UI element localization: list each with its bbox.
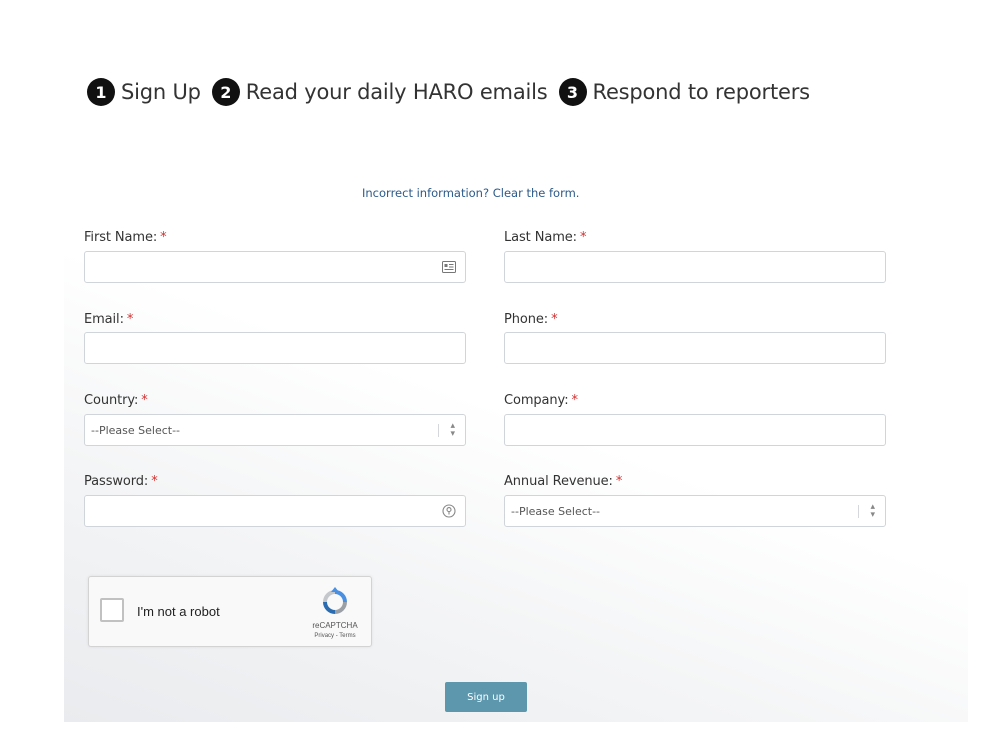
first-name-label: First Name: * — [84, 230, 167, 245]
updown-arrows-icon: ▴ ▾ — [870, 502, 875, 520]
step-1: 1 Sign Up — [87, 78, 201, 106]
step-1-badge: 1 — [87, 78, 115, 106]
required-marker: * — [126, 312, 134, 327]
company-input[interactable] — [505, 415, 885, 445]
recaptcha-label: I'm not a robot — [137, 604, 220, 619]
required-marker: * — [551, 312, 558, 327]
recaptcha-privacy-terms-link[interactable]: Privacy - Terms — [301, 633, 369, 639]
sign-up-button[interactable]: Sign up — [445, 682, 527, 712]
company-label: Company: * — [504, 393, 578, 408]
key-icon[interactable] — [442, 504, 456, 518]
steps-header: 1 Sign Up 2 Read your daily HARO emails … — [87, 76, 821, 108]
page-bottom — [0, 722, 987, 742]
required-marker: * — [151, 474, 158, 489]
last-name-label-text: Last Name: — [504, 230, 577, 245]
country-label-text: Country: — [84, 393, 139, 408]
password-field[interactable] — [84, 495, 466, 527]
phone-label-text: Phone: — [504, 312, 549, 327]
required-marker: * — [160, 230, 167, 245]
annual-revenue-selected-value: --Please Select-- — [511, 505, 601, 518]
first-name-field[interactable] — [84, 251, 466, 283]
step-2-badge: 2 — [211, 78, 240, 106]
step-2-label: Read your daily HARO emails — [245, 80, 548, 104]
phone-label: Phone: * — [504, 312, 558, 327]
last-name-field[interactable] — [504, 251, 886, 283]
phone-field[interactable] — [504, 332, 886, 364]
first-name-label-text: First Name: — [84, 230, 158, 245]
step-3-label: Respond to reporters — [592, 80, 811, 104]
select-divider — [438, 424, 439, 437]
password-input[interactable] — [85, 496, 465, 526]
password-label: Password: * — [84, 474, 158, 489]
step-3-badge: 3 — [558, 78, 587, 106]
phone-input[interactable] — [505, 333, 885, 363]
recaptcha-checkbox[interactable] — [100, 598, 124, 622]
step-2: 2 Read your daily HARO emails — [211, 78, 548, 106]
recaptcha-widget: I'm not a robot reCAPTCHA Privacy - Term… — [88, 576, 372, 647]
clear-form-link[interactable]: Incorrect information? Clear the form. — [362, 186, 579, 200]
annual-revenue-label-text: Annual Revenue: — [504, 474, 613, 489]
email-field[interactable] — [84, 332, 466, 364]
company-field[interactable] — [504, 414, 886, 446]
email-label: Email: * — [84, 312, 133, 327]
recaptcha-brand: reCAPTCHA — [312, 621, 358, 630]
select-divider — [858, 505, 859, 518]
email-label-text: Email: — [84, 312, 124, 327]
step-3: 3 Respond to reporters — [558, 78, 811, 106]
last-name-label: Last Name: * — [504, 230, 586, 245]
contact-card-icon[interactable] — [442, 261, 456, 273]
annual-revenue-select[interactable]: --Please Select-- ▴ ▾ — [504, 495, 886, 527]
country-select[interactable]: --Please Select-- ▴ ▾ — [84, 414, 466, 446]
country-selected-value: --Please Select-- — [91, 424, 181, 437]
required-marker: * — [615, 474, 623, 489]
step-1-label: Sign Up — [121, 80, 201, 104]
last-name-input[interactable] — [505, 252, 885, 282]
annual-revenue-label: Annual Revenue: * — [504, 474, 622, 489]
recaptcha-logo-icon — [323, 587, 347, 614]
email-input[interactable] — [85, 333, 465, 363]
first-name-input[interactable] — [85, 252, 465, 282]
company-label-text: Company: — [504, 393, 569, 408]
required-marker: * — [571, 393, 578, 408]
updown-arrows-icon: ▴ ▾ — [450, 421, 455, 439]
required-marker: * — [141, 393, 148, 408]
required-marker: * — [579, 230, 587, 245]
password-label-text: Password: — [84, 474, 149, 489]
country-label: Country: * — [84, 393, 148, 408]
